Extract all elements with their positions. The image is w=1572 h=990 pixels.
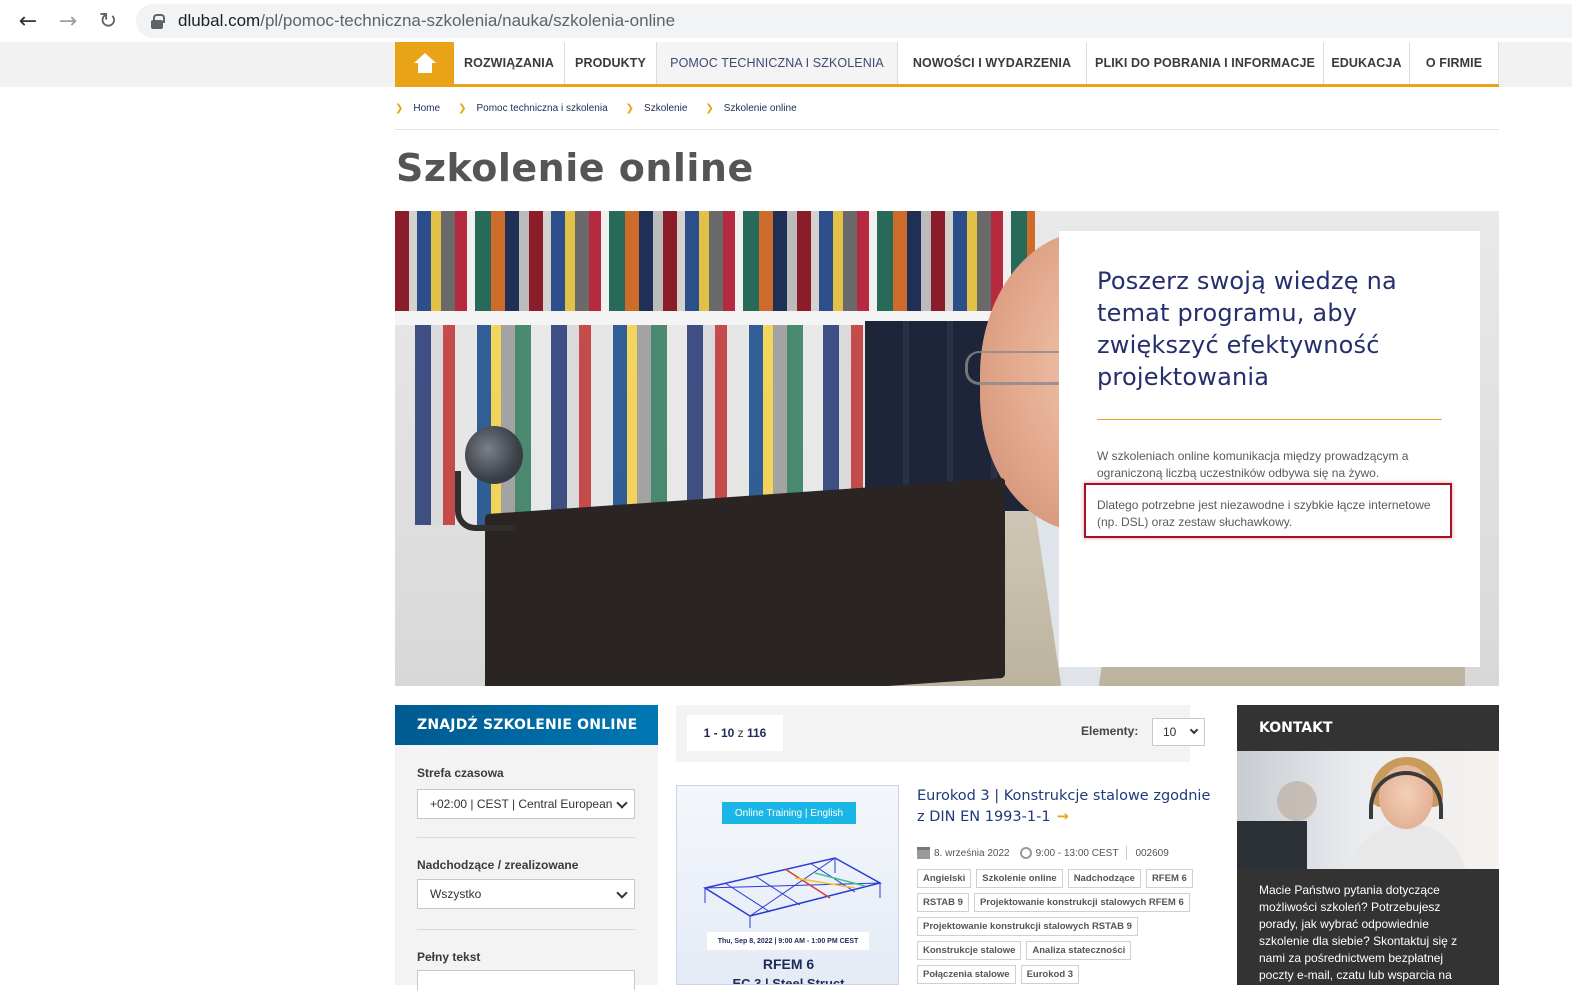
browser-toolbar: ← → ↻ dlubal.com/pl/pomoc-techniczna-szk… bbox=[0, 0, 1572, 42]
webcam-image bbox=[465, 426, 523, 484]
thumbnail-date: Thu, Sep 8, 2022 | 9:00 AM - 1:00 PM CES… bbox=[707, 932, 869, 950]
divider bbox=[417, 929, 635, 930]
timezone-value: +02:00 | CEST | Central European bbox=[430, 797, 613, 811]
nav-item-produkty[interactable]: PRODUKTY bbox=[565, 42, 657, 84]
divider bbox=[417, 837, 635, 838]
structure-model-icon bbox=[703, 857, 883, 928]
thumbnail-subtitle: EC 3 | Steel Struct bbox=[732, 976, 845, 985]
hero-paragraph: W szkoleniach online komunikacja między … bbox=[1097, 449, 1409, 480]
nav-item-pliki[interactable]: PLIKI DO POBRANIA I INFORMACJE bbox=[1087, 42, 1324, 84]
elements-select[interactable]: 10 bbox=[1152, 718, 1205, 746]
upcoming-select[interactable]: Wszystko bbox=[417, 879, 635, 909]
fulltext-label: Pełny tekst bbox=[417, 950, 481, 964]
contact-title: KONTAKT bbox=[1259, 720, 1333, 736]
nav-item-pomoc-techniczna[interactable]: POMOC TECHNICZNA I SZKOLENIA bbox=[657, 42, 898, 84]
elements-label: Elementy: bbox=[1081, 724, 1139, 738]
course-tags: Angielski Szkolenie online Nadchodzące R… bbox=[917, 869, 1217, 984]
hero-heading: Poszerz swoją wiedzę na temat programu, … bbox=[1097, 267, 1397, 391]
course-meta: 8. września 2022 9:00 - 13:00 CEST 00260… bbox=[917, 846, 1169, 860]
thumbnail-title: RFEM 6 bbox=[762, 956, 815, 972]
home-button[interactable] bbox=[395, 42, 454, 84]
support-agent-image bbox=[1347, 823, 1467, 869]
chevron-down-icon bbox=[616, 797, 628, 809]
support-agent-image bbox=[1237, 821, 1307, 869]
tag[interactable]: Szkolenie online bbox=[976, 869, 1063, 888]
contact-text: Macie Państwo pytania dotyczące możliwoś… bbox=[1259, 883, 1458, 982]
address-bar[interactable]: dlubal.com/pl/pomoc-techniczna-szkolenia… bbox=[136, 4, 1572, 38]
support-agent-image bbox=[1277, 781, 1317, 821]
support-agent-image bbox=[1237, 751, 1499, 869]
chevron-right-icon: ❯ bbox=[705, 103, 714, 114]
nav-item-o-firmie[interactable]: O FIRMIE bbox=[1410, 42, 1499, 84]
back-arrow-icon[interactable]: ← bbox=[8, 1, 48, 41]
clock-icon bbox=[1019, 847, 1032, 859]
results-count: 1 - 10 z 116 bbox=[687, 715, 783, 751]
fulltext-input[interactable] bbox=[417, 970, 635, 990]
upcoming-label: Nadchodzące / zrealizowane bbox=[417, 858, 579, 872]
tag[interactable]: Projektowanie konstrukcji stalowych RFEM… bbox=[973, 893, 1190, 912]
hero-card: Poszerz swoją wiedzę na temat programu, … bbox=[1059, 231, 1480, 667]
course-date: 8. września 2022 bbox=[934, 847, 1010, 859]
course-time: 9:00 - 13:00 CEST bbox=[1035, 847, 1119, 859]
tag[interactable]: Konstrukcje stalowe bbox=[917, 941, 1022, 960]
filter-panel: ZNAJDŹ SZKOLENIE ONLINE Strefa czasowa +… bbox=[395, 705, 658, 990]
tag[interactable]: Projektowanie konstrukcji stalowych RSTA… bbox=[917, 917, 1138, 936]
forward-arrow-icon[interactable]: → bbox=[48, 1, 88, 41]
highlight-annotation bbox=[1084, 483, 1452, 538]
contact-panel: KONTAKT Macie Państwo pytania dotyczące … bbox=[1237, 705, 1499, 985]
breadcrumb: ❯ Home ❯ Pomoc techniczna i szkolenia ❯ … bbox=[395, 100, 1499, 130]
laptop-image bbox=[485, 477, 1005, 686]
divider bbox=[1126, 846, 1128, 860]
filter-title: ZNAJDŹ SZKOLENIE ONLINE bbox=[395, 705, 658, 745]
bookshelf-image bbox=[395, 211, 1035, 311]
thumbnail-tag: Online Training | English bbox=[722, 802, 856, 824]
course-title-link[interactable]: Eurokod 3 | Konstrukcje stalowe zgodnie … bbox=[917, 786, 1217, 828]
course-thumbnail[interactable]: Online Training | English Thu, Sep 8, 20… bbox=[676, 785, 899, 985]
main-nav: ROZWIĄZANIA PRODUKTY POMOC TECHNICZNA I … bbox=[395, 42, 1499, 87]
url-text: dlubal.com/pl/pomoc-techniczna-szkolenia… bbox=[178, 11, 676, 30]
tag[interactable]: Eurokod 3 bbox=[1020, 965, 1080, 984]
results-bar: 1 - 10 z 116 Elementy: 10 bbox=[676, 705, 1205, 762]
divider bbox=[1097, 419, 1442, 420]
tag[interactable]: Nadchodzące bbox=[1067, 869, 1141, 888]
tag[interactable]: Analiza stateczności bbox=[1026, 941, 1132, 960]
timezone-label: Strefa czasowa bbox=[417, 766, 504, 780]
arrow-right-icon: → bbox=[1056, 809, 1069, 825]
timezone-select[interactable]: +02:00 | CEST | Central European bbox=[417, 789, 635, 819]
page-title: Szkolenie online bbox=[396, 146, 754, 190]
upcoming-value: Wszystko bbox=[430, 887, 482, 901]
chevron-right-icon: ❯ bbox=[395, 103, 404, 114]
breadcrumb-current[interactable]: Szkolenie online bbox=[724, 103, 797, 114]
tag[interactable]: RSTAB 9 bbox=[917, 893, 969, 912]
tag[interactable]: RFEM 6 bbox=[1145, 869, 1193, 888]
breadcrumb-home[interactable]: Home bbox=[413, 103, 440, 114]
tag[interactable]: Angielski bbox=[917, 869, 972, 888]
chevron-down-icon bbox=[616, 887, 628, 899]
home-icon bbox=[413, 53, 436, 73]
nav-item-edukacja[interactable]: EDUKACJA bbox=[1324, 42, 1410, 84]
nav-item-rozwiazania[interactable]: ROZWIĄZANIA bbox=[454, 42, 565, 84]
course-code: 002609 bbox=[1135, 847, 1169, 859]
tag[interactable]: Połączenia stalowe bbox=[917, 965, 1016, 984]
chevron-right-icon: ❯ bbox=[458, 103, 467, 114]
reload-icon[interactable]: ↻ bbox=[88, 1, 128, 41]
breadcrumb-szkolenie[interactable]: Szkolenie bbox=[644, 103, 687, 114]
breadcrumb-pomoc[interactable]: Pomoc techniczna i szkolenia bbox=[476, 103, 607, 114]
chevron-right-icon: ❯ bbox=[625, 103, 635, 114]
calendar-icon bbox=[917, 847, 930, 859]
hero-banner: Poszerz swoją wiedzę na temat programu, … bbox=[395, 211, 1499, 686]
chevron-down-icon bbox=[1189, 725, 1199, 735]
lock-icon bbox=[150, 14, 165, 29]
nav-item-nowosci[interactable]: NOWOŚCI I WYDARZENIA bbox=[898, 42, 1087, 84]
